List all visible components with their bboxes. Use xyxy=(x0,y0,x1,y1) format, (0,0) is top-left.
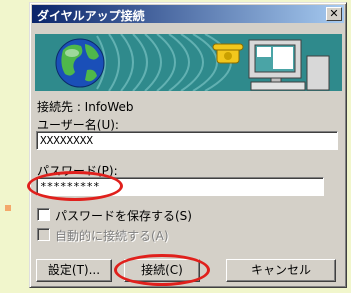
dialup-banner xyxy=(35,34,342,91)
username-field[interactable]: XXXXXXXX xyxy=(36,131,338,150)
title-bar: ダイヤルアップ接続 ✕ xyxy=(32,5,344,23)
globe-icon xyxy=(55,38,105,88)
save-password-label: パスワードを保存する(S) xyxy=(55,209,192,223)
auto-connect-label: 自動的に接続する(A) xyxy=(55,229,169,243)
save-password-checkbox-row[interactable]: パスワードを保存する(S) xyxy=(37,207,237,223)
cancel-button[interactable]: キャンセル xyxy=(226,259,336,282)
connect-button[interactable]: 接続(C) xyxy=(124,259,200,282)
close-button[interactable]: ✕ xyxy=(326,7,342,21)
password-field[interactable]: ********* xyxy=(36,177,324,196)
dialup-dialog: ダイヤルアップ接続 ✕ 接続先: InfoWeb ユーザー名(U): XXXX… xyxy=(27,2,347,288)
settings-button[interactable]: 設定(T)... xyxy=(36,259,112,282)
page-marker xyxy=(5,205,11,211)
connection-name-label: 接続先 : InfoWeb xyxy=(37,100,134,114)
close-icon: ✕ xyxy=(329,7,339,20)
banner-graphic xyxy=(35,34,342,91)
save-password-checkbox[interactable] xyxy=(37,208,50,221)
auto-connect-checkbox-row: 自動的に接続する(A) xyxy=(37,227,237,243)
telephone-icon xyxy=(212,43,244,64)
auto-connect-checkbox xyxy=(37,228,50,241)
window-title: ダイヤルアップ接続 xyxy=(37,9,145,23)
